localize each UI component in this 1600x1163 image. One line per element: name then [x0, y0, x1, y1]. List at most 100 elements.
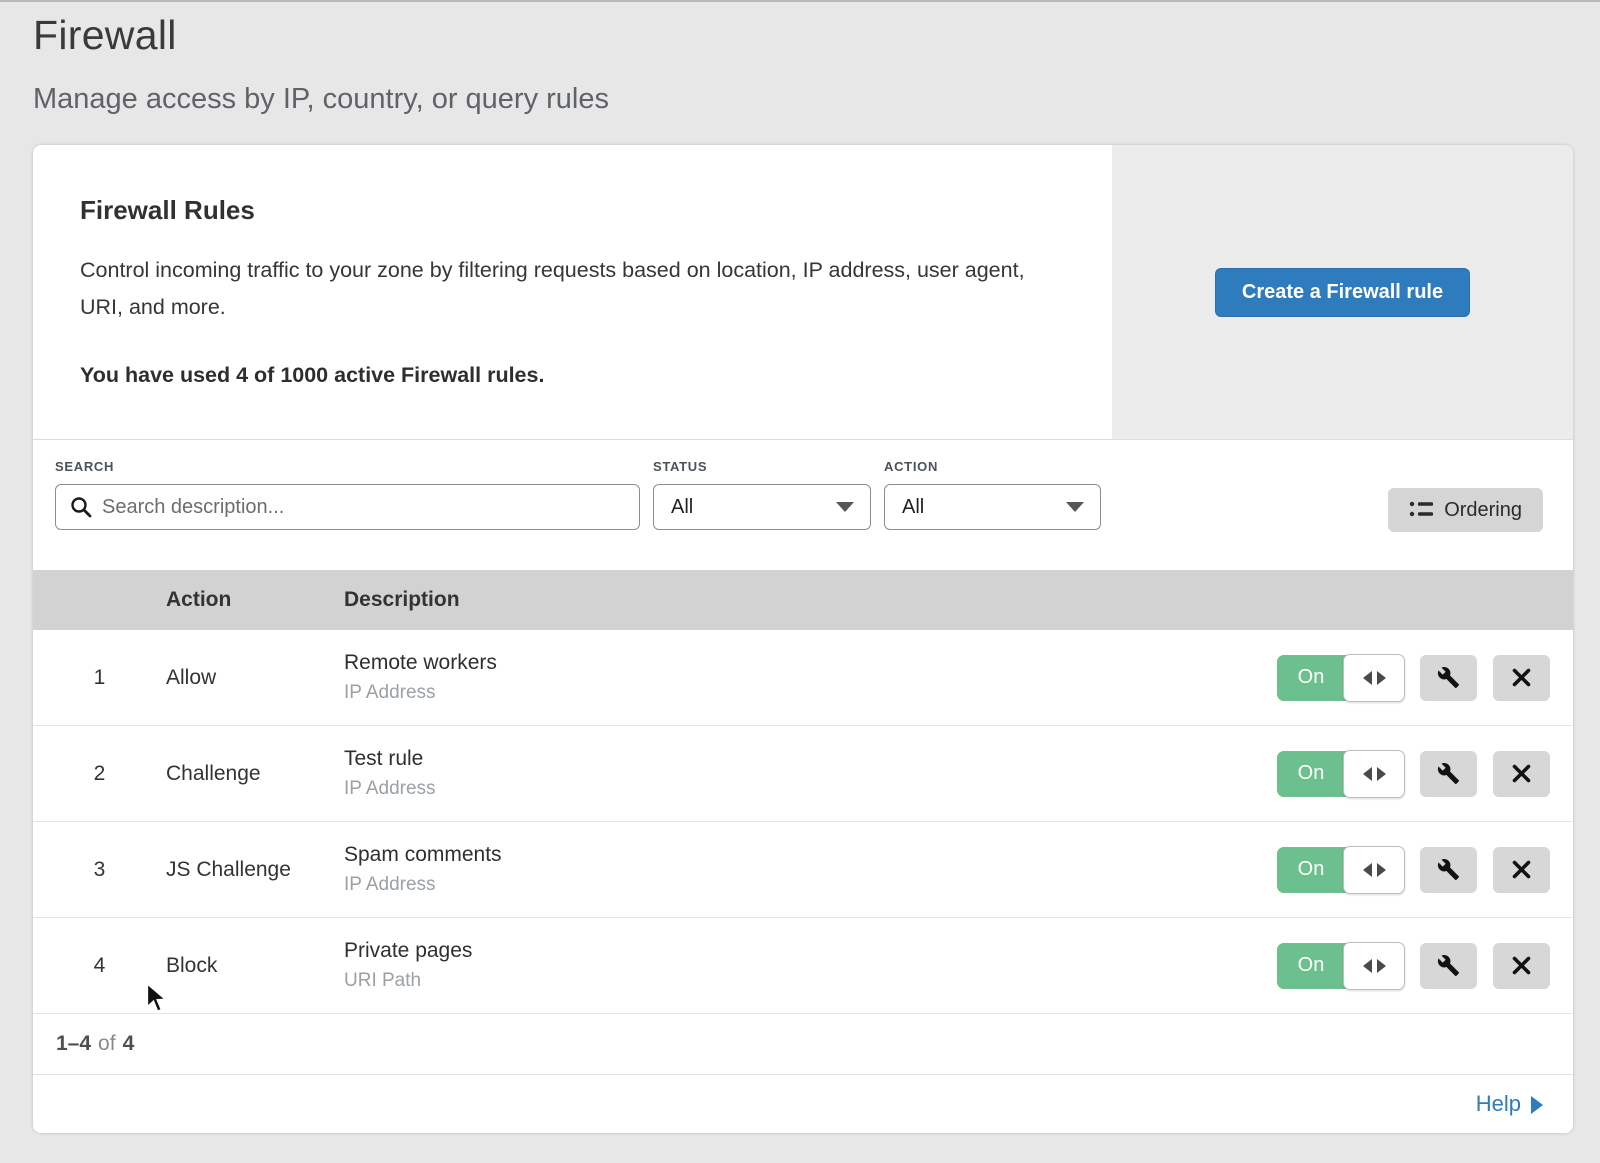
action-filter-group: ACTION All: [884, 459, 1101, 570]
rule-controls: On: [1277, 655, 1573, 701]
arrow-left-icon: [1363, 959, 1372, 973]
rule-description: Test rule: [344, 747, 1277, 771]
toggle-on-label: On: [1277, 847, 1345, 893]
toggle-knob[interactable]: [1343, 942, 1405, 990]
rule-enabled-toggle[interactable]: On: [1277, 943, 1405, 989]
close-icon: [1511, 667, 1532, 688]
table-header-row: Action Description: [33, 570, 1573, 630]
rule-controls: On: [1277, 943, 1573, 989]
ordering-button[interactable]: Ordering: [1388, 488, 1543, 532]
wrench-icon: [1437, 858, 1460, 881]
card-footer: Help: [33, 1075, 1573, 1132]
rule-controls: On: [1277, 751, 1573, 797]
rule-description-cell: Spam comments IP Address: [344, 843, 1277, 896]
action-column-header: Action: [166, 588, 344, 612]
pagination-of-text: of: [98, 1032, 116, 1056]
rule-enabled-toggle[interactable]: On: [1277, 847, 1405, 893]
action-select[interactable]: All: [884, 484, 1101, 530]
search-icon: [70, 496, 92, 518]
rule-description-cell: Private pages URI Path: [344, 939, 1277, 992]
rule-priority: 3: [33, 858, 166, 882]
rule-description-cell: Test rule IP Address: [344, 747, 1277, 800]
search-filter-group: SEARCH: [55, 459, 640, 570]
rules-intro-text: Firewall Rules Control incoming traffic …: [33, 145, 1112, 439]
firewall-rules-card: Firewall Rules Control incoming traffic …: [33, 145, 1573, 1133]
rule-action: JS Challenge: [166, 858, 344, 882]
arrow-right-icon: [1377, 959, 1386, 973]
delete-rule-button[interactable]: [1493, 751, 1550, 797]
rule-match-type: IP Address: [344, 874, 1277, 896]
search-label: SEARCH: [55, 459, 640, 474]
action-label: ACTION: [884, 459, 1101, 474]
edit-rule-button[interactable]: [1420, 943, 1477, 989]
toggle-knob[interactable]: [1343, 846, 1405, 894]
arrow-left-icon: [1363, 671, 1372, 685]
create-firewall-rule-button[interactable]: Create a Firewall rule: [1215, 268, 1470, 317]
rule-match-type: URI Path: [344, 970, 1277, 992]
ordered-list-icon: [1409, 499, 1433, 521]
page-header: Firewall Manage access by IP, country, o…: [0, 2, 1600, 116]
rule-match-type: IP Address: [344, 682, 1277, 704]
delete-rule-button[interactable]: [1493, 943, 1550, 989]
pagination-range: 1–4: [56, 1032, 91, 1056]
edit-rule-button[interactable]: [1420, 847, 1477, 893]
rule-controls: On: [1277, 847, 1573, 893]
rule-description: Remote workers: [344, 651, 1277, 675]
wrench-icon: [1437, 666, 1460, 689]
status-filter-group: STATUS All: [653, 459, 871, 570]
pagination-bar: 1–4 of 4: [33, 1014, 1573, 1075]
chevron-down-icon: [836, 502, 854, 512]
delete-rule-button[interactable]: [1493, 847, 1550, 893]
close-icon: [1511, 955, 1532, 976]
pagination-total: 4: [123, 1032, 135, 1056]
arrow-right-icon: [1377, 671, 1386, 685]
edit-rule-button[interactable]: [1420, 751, 1477, 797]
edit-rule-button[interactable]: [1420, 655, 1477, 701]
toggle-knob[interactable]: [1343, 654, 1405, 702]
arrow-right-icon: [1377, 767, 1386, 781]
wrench-icon: [1437, 954, 1460, 977]
arrow-right-icon: [1531, 1096, 1543, 1114]
help-link-label: Help: [1476, 1091, 1521, 1117]
status-select[interactable]: All: [653, 484, 871, 530]
search-input[interactable]: [102, 496, 627, 519]
rule-action: Block: [166, 954, 344, 978]
toggle-on-label: On: [1277, 751, 1345, 797]
rule-description-cell: Remote workers IP Address: [344, 651, 1277, 704]
rule-action: Allow: [166, 666, 344, 690]
table-row: 4 Block Private pages URI Path On: [33, 918, 1573, 1014]
rule-enabled-toggle[interactable]: On: [1277, 655, 1405, 701]
rule-match-type: IP Address: [344, 778, 1277, 800]
search-box[interactable]: [55, 484, 640, 530]
table-row: 3 JS Challenge Spam comments IP Address …: [33, 822, 1573, 918]
create-rule-panel: Create a Firewall rule: [1112, 145, 1573, 439]
chevron-down-icon: [1066, 502, 1084, 512]
rules-usage-note: You have used 4 of 1000 active Firewall …: [80, 363, 1052, 388]
table-row: 2 Challenge Test rule IP Address On: [33, 726, 1573, 822]
status-selected-value: All: [671, 496, 693, 519]
rule-action: Challenge: [166, 762, 344, 786]
delete-rule-button[interactable]: [1493, 655, 1550, 701]
rule-priority: 2: [33, 762, 166, 786]
page-title: Firewall: [33, 12, 1600, 59]
rules-intro-section: Firewall Rules Control incoming traffic …: [33, 145, 1573, 440]
rule-priority: 1: [33, 666, 166, 690]
toggle-on-label: On: [1277, 943, 1345, 989]
status-label: STATUS: [653, 459, 871, 474]
rule-enabled-toggle[interactable]: On: [1277, 751, 1405, 797]
wrench-icon: [1437, 762, 1460, 785]
panel-title: Firewall Rules: [80, 195, 1052, 226]
filters-bar: SEARCH STATUS All ACTION All: [33, 440, 1573, 570]
rule-description: Spam comments: [344, 843, 1277, 867]
close-icon: [1511, 859, 1532, 880]
table-row: 1 Allow Remote workers IP Address On: [33, 630, 1573, 726]
help-link[interactable]: Help: [1476, 1091, 1543, 1117]
panel-description: Control incoming traffic to your zone by…: [80, 252, 1030, 325]
description-column-header: Description: [344, 588, 1277, 612]
ordering-button-label: Ordering: [1444, 499, 1522, 522]
arrow-left-icon: [1363, 767, 1372, 781]
action-selected-value: All: [902, 496, 924, 519]
toggle-knob[interactable]: [1343, 750, 1405, 798]
close-icon: [1511, 763, 1532, 784]
rule-description: Private pages: [344, 939, 1277, 963]
